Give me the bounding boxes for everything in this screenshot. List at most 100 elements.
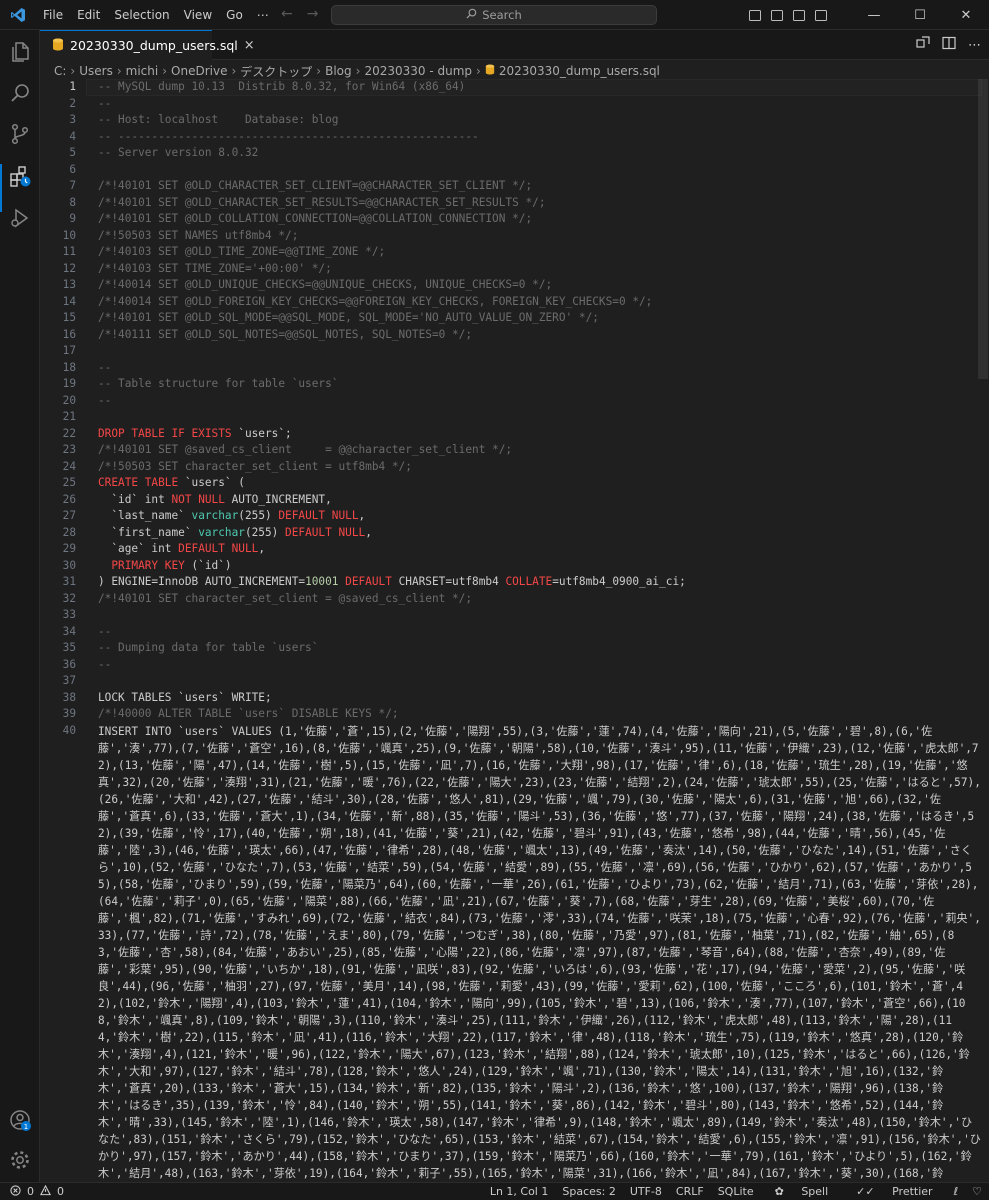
type: varchar: [198, 525, 245, 539]
code-line-19: -- Table structure for table `users`: [98, 377, 339, 390]
chevron-right-icon: ›: [70, 64, 76, 78]
menu-selection[interactable]: Selection: [107, 0, 176, 30]
code-text: ,: [358, 509, 366, 522]
breadcrumb-item[interactable]: Users: [79, 64, 113, 78]
code-line-36: --: [98, 657, 112, 671]
end-of-line[interactable]: CRLF: [669, 1185, 711, 1198]
forward-arrow-icon[interactable]: →: [307, 6, 319, 22]
indentation[interactable]: Spaces: 2: [555, 1185, 622, 1198]
notifications-bell-icon[interactable]: ♡: [965, 1185, 989, 1198]
spell-check[interactable]: ✿ Spell: [761, 1185, 843, 1198]
line-number: 16: [62, 327, 76, 341]
prettier[interactable]: ✓✓ Prettier: [842, 1185, 946, 1198]
keyword: CREATE TABLE: [98, 476, 179, 489]
breadcrumb-file[interactable]: 20230330_dump_users.sql: [499, 64, 660, 78]
search-view-icon[interactable]: [8, 81, 32, 105]
extensions-icon[interactable]: [8, 164, 32, 188]
code-line-10: /*!50503 SET NAMES utf8mb4 */;: [98, 228, 299, 242]
editor-tabs: 20230330_dump_users.sql × ⋯: [40, 30, 989, 60]
line-number: 6: [69, 162, 76, 176]
code-text: (255): [244, 525, 286, 539]
code-text: ) ENGINE=InnoDB AUTO_INCREMENT=: [98, 575, 306, 588]
toggle-panel-icon[interactable]: [771, 9, 783, 21]
minimize-button[interactable]: —: [851, 0, 897, 30]
spell-label: Spell: [801, 1185, 829, 1198]
search-icon: [466, 8, 477, 22]
line-number: 23: [62, 443, 76, 456]
toggle-secondary-sidebar-icon[interactable]: [793, 9, 805, 21]
code-line-3: -- Host: localhost Database: blog: [98, 113, 339, 126]
menu-view[interactable]: View: [177, 0, 219, 30]
encoding[interactable]: UTF-8: [623, 1185, 669, 1198]
command-center-search[interactable]: Search: [331, 5, 657, 25]
code-line-9: /*!40101 SET @OLD_COLLATION_CONNECTION=@…: [98, 212, 533, 225]
warning-icon: [40, 1184, 51, 1199]
maximize-button[interactable]: ☐: [897, 0, 943, 30]
line-number: 30: [62, 558, 76, 572]
run-debug-icon[interactable]: [8, 206, 32, 230]
cursor-position[interactable]: Ln 1, Col 1: [483, 1185, 556, 1198]
copilot-icon[interactable]: ℓ: [947, 1185, 966, 1198]
line-number: 37: [62, 674, 76, 687]
vertical-scrollbar[interactable]: [975, 79, 989, 1182]
code-line-31: ) ENGINE=InnoDB AUTO_INCREMENT=10001 DEF…: [98, 574, 686, 591]
language-mode[interactable]: SQLite: [711, 1185, 761, 1198]
line-number: 29: [62, 542, 76, 555]
code-line-7: /*!40101 SET @OLD_CHARACTER_SET_CLIENT=@…: [98, 179, 533, 192]
breadcrumb-item[interactable]: デスクトップ: [240, 63, 312, 80]
line-number: 34: [62, 624, 76, 638]
keyword: COLLATE: [505, 575, 553, 588]
activity-bar: 1: [0, 30, 40, 1182]
problems-indicator[interactable]: 0 0: [0, 1184, 64, 1199]
line-number: 17: [62, 344, 76, 357]
menu-more[interactable]: ⋯: [250, 0, 276, 30]
line-number: 7: [69, 179, 76, 192]
tab-dump-users-sql[interactable]: 20230330_dump_users.sql ×: [40, 30, 255, 60]
code-line-4: -- -------------------------------------…: [98, 129, 479, 143]
customize-layout-icon[interactable]: [815, 9, 827, 21]
line-number: 27: [62, 509, 76, 522]
code-line-14: /*!40014 SET @OLD_FOREIGN_KEY_CHECKS=@@F…: [98, 294, 653, 308]
code-line-28: `first_name` varchar(255) DEFAULT NULL,: [98, 525, 372, 542]
line-number: 4: [69, 129, 76, 143]
code-line-8: /*!40101 SET @OLD_CHARACTER_SET_RESULTS=…: [98, 195, 546, 209]
breadcrumb-item[interactable]: OneDrive: [171, 64, 227, 78]
breadcrumb-item[interactable]: C:: [54, 64, 66, 78]
line-number: 2: [69, 96, 76, 110]
menu-edit[interactable]: Edit: [70, 0, 107, 30]
code-line-38: LOCK TABLES `users` WRITE;: [98, 690, 272, 704]
title-bar: File Edit Selection View Go ⋯ ← → Search…: [0, 0, 989, 30]
code-editor[interactable]: 1 2 3 4 5 6 7 8 9 10 11 12 13 14 15 16 17 18 19 20 21 22 23 24 2…: [40, 79, 989, 1182]
breadcrumb-item[interactable]: michi: [126, 64, 159, 78]
search-label: Search: [482, 8, 522, 22]
toggle-primary-sidebar-icon[interactable]: [749, 9, 761, 21]
split-editor-icon[interactable]: [942, 36, 956, 54]
code-text: CHARSET=utf8mb4: [391, 575, 506, 588]
line-number: 14: [62, 294, 76, 308]
code-line-22: DROP TABLE IF EXISTS `users`;: [98, 426, 292, 443]
account-icon[interactable]: 1: [8, 1108, 32, 1132]
more-actions-icon[interactable]: ⋯: [968, 38, 981, 53]
code-line-40: INSERT INTO `users` VALUES (1,'佐藤','蒼',1…: [98, 724, 981, 1180]
back-arrow-icon[interactable]: ←: [281, 6, 293, 22]
open-changes-icon[interactable]: [916, 36, 930, 54]
breadcrumb-item[interactable]: Blog: [325, 64, 352, 78]
breadcrumb-item[interactable]: 20230330 - dump: [364, 64, 472, 78]
code-line-15: /*!40101 SET @OLD_SQL_MODE=@@SQL_MODE, S…: [98, 311, 599, 324]
scrollbar-thumb[interactable]: [978, 79, 988, 379]
keyword: DEFAULT NULL: [285, 525, 366, 539]
code-line-16: /*!40111 SET @OLD_SQL_NOTES=@@SQL_NOTES,…: [98, 327, 473, 341]
keyword: DEFAULT NULL: [278, 509, 359, 522]
close-tab-icon[interactable]: ×: [244, 38, 255, 53]
source-control-icon[interactable]: [8, 122, 32, 146]
menu-file[interactable]: File: [36, 0, 70, 30]
explorer-icon[interactable]: [8, 40, 32, 64]
code-line-12: /*!40103 SET TIME_ZONE='+00:00' */;: [98, 261, 332, 275]
manage-gear-icon[interactable]: [8, 1148, 32, 1172]
svg-text:1: 1: [24, 1123, 28, 1131]
menu-go[interactable]: Go: [219, 0, 250, 30]
status-right: Ln 1, Col 1 Spaces: 2 UTF-8 CRLF SQLite …: [483, 1185, 989, 1198]
keyword: DEFAULT: [338, 575, 392, 588]
close-window-button[interactable]: ✕: [943, 0, 989, 30]
code-text: `id` int: [98, 492, 172, 506]
